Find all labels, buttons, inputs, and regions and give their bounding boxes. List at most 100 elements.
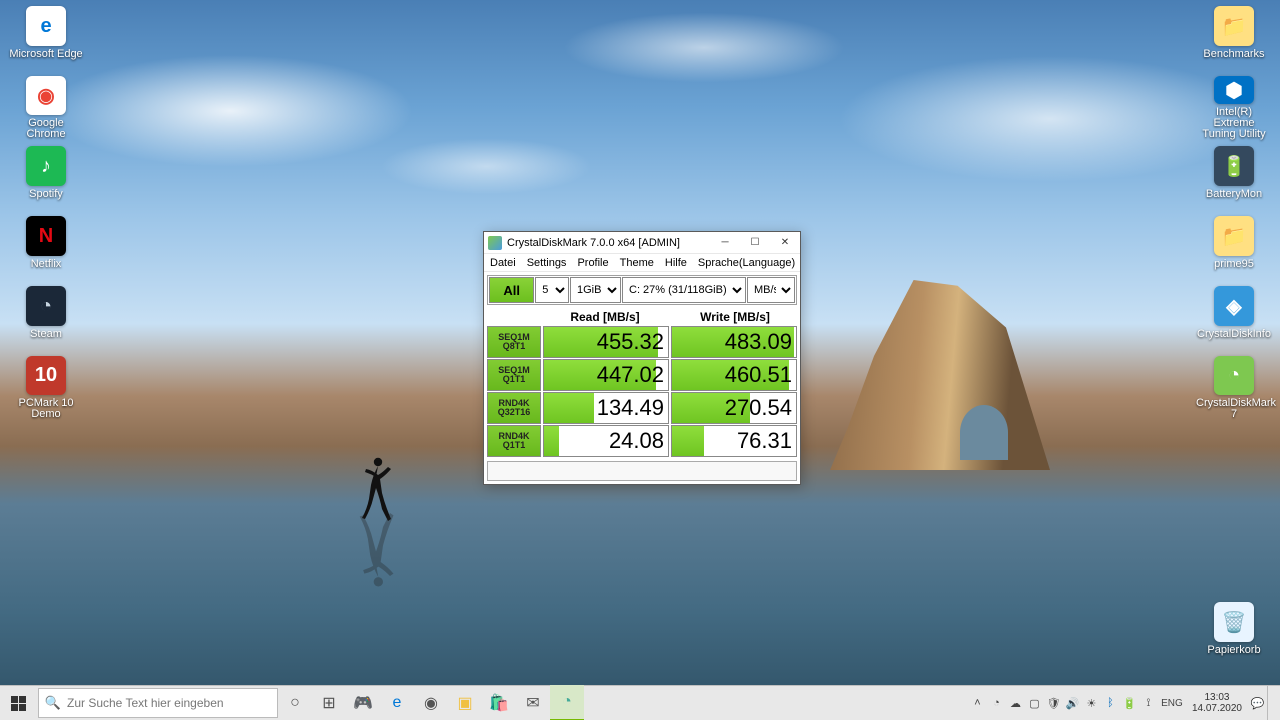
task-view-icon[interactable]: ⊞	[312, 686, 346, 720]
test-count-select[interactable]: 5	[535, 277, 569, 303]
desktop-icon-label: Spotify	[29, 189, 63, 200]
desktop-icon-label: CrystalDiskMark 7	[1196, 398, 1272, 420]
start-button[interactable]	[0, 686, 36, 720]
windows-logo-icon	[11, 696, 26, 711]
test-button[interactable]: RND4KQ1T1	[487, 425, 541, 457]
desktop-icon[interactable]: e Microsoft Edge	[8, 4, 84, 70]
desktop-icon[interactable]: N Netflix	[8, 214, 84, 280]
tray-date: 14.07.2020	[1192, 703, 1242, 714]
read-value: 447.02	[543, 359, 669, 391]
desktop-icon-label: CrystalDiskInfo	[1197, 329, 1271, 340]
maximize-button[interactable]: ☐	[740, 232, 770, 253]
menu-item[interactable]: Theme	[620, 257, 654, 269]
desktop-icon-label: Microsoft Edge	[9, 49, 82, 60]
desktop-icon[interactable]: ◈CrystalDiskInfo	[1196, 284, 1272, 350]
tray-touchpad-icon[interactable]: ▢	[1025, 686, 1044, 720]
test-size-select[interactable]: 1GiB	[570, 277, 621, 303]
menu-item[interactable]: Settings	[527, 257, 567, 269]
read-header: Read [MB/s]	[540, 310, 670, 324]
taskbar-edge-icon[interactable]: e	[380, 686, 414, 720]
taskbar-explorer-icon[interactable]: ▣	[448, 686, 482, 720]
tray-steam-icon[interactable]: ◔	[987, 686, 1006, 720]
controls-row: All 5 1GiB C: 27% (31/118GiB) MB/s	[487, 275, 797, 305]
tray-battery-icon[interactable]: 🔋	[1120, 686, 1139, 720]
app-icon: N	[26, 216, 66, 256]
status-bar	[487, 461, 797, 481]
taskbar-store-icon[interactable]: 🛍️	[482, 686, 516, 720]
tray-brightness-icon[interactable]: ☀	[1082, 686, 1101, 720]
write-value: 270.54	[671, 392, 797, 424]
menu-item[interactable]: Datei	[490, 257, 516, 269]
desktop-icon[interactable]: ◔Steam	[8, 284, 84, 350]
recycle-bin[interactable]: 🗑️ Papierkorb	[1196, 600, 1272, 666]
result-row: SEQ1MQ1T1447.02460.51	[487, 359, 797, 391]
result-row: SEQ1MQ8T1455.32483.09	[487, 326, 797, 358]
taskbar-mail-icon[interactable]: ✉	[516, 686, 550, 720]
write-header: Write [MB/s]	[670, 310, 800, 324]
write-value: 460.51	[671, 359, 797, 391]
desktop-icon-label: Steam	[30, 329, 62, 340]
desktop-icon[interactable]: 🔋BatteryMon	[1196, 144, 1272, 210]
desktop[interactable]: e Microsoft Edge ◉Google Chrome♪Spotify N Ne…	[0, 0, 1280, 720]
test-button[interactable]: SEQ1MQ1T1	[487, 359, 541, 391]
tray-bluetooth-icon[interactable]: ᛒ	[1101, 686, 1120, 720]
drive-select[interactable]: C: 27% (31/118GiB)	[622, 277, 746, 303]
desktop-icon-label: Netflix	[31, 259, 62, 270]
system-tray: ˄ ◔ ☁ ▢ 🛡 🔊 ☀ ᛒ 🔋 ⟟ ENG 13:03 14.07.2020…	[968, 686, 1280, 720]
tray-wifi-icon[interactable]: ⟟	[1139, 686, 1158, 720]
desktop-icon[interactable]: ◉Google Chrome	[8, 74, 84, 140]
app-icon: ◔	[1214, 356, 1254, 395]
desktop-icons-right: 📁Benchmarks⬢Intel(R) Extreme Tuning Util…	[1196, 4, 1272, 424]
desktop-icon[interactable]: ◔ CrystalDiskMark 7	[1196, 354, 1272, 420]
desktop-icon[interactable]: ⬢Intel(R) Extreme Tuning Utility	[1196, 74, 1272, 140]
show-desktop-button[interactable]	[1267, 686, 1274, 720]
app-icon: 🔋	[1214, 146, 1254, 186]
recycle-bin-icon: 🗑️	[1214, 602, 1254, 642]
desktop-icons-left: e Microsoft Edge ◉Google Chrome♪Spotify N Ne…	[8, 4, 84, 424]
app-icon: ◉	[26, 76, 66, 115]
result-rows: SEQ1MQ8T1455.32483.09SEQ1MQ1T1447.02460.…	[484, 326, 800, 461]
app-icon: e	[26, 6, 66, 46]
close-button[interactable]: ✕	[770, 232, 800, 253]
search-placeholder: Zur Suche Text hier eingeben	[67, 696, 224, 710]
titlebar[interactable]: CrystalDiskMark 7.0.0 x64 [ADMIN] ─ ☐ ✕	[484, 232, 800, 254]
cortana-icon[interactable]: ○	[278, 686, 312, 720]
test-button[interactable]: SEQ1MQ8T1	[487, 326, 541, 358]
run-all-button[interactable]: All	[489, 277, 534, 303]
write-value: 76.31	[671, 425, 797, 457]
desktop-icon-label: Intel(R) Extreme Tuning Utility	[1196, 107, 1272, 140]
tray-onedrive-icon[interactable]: ☁	[1006, 686, 1025, 720]
desktop-icon[interactable]: 📁Benchmarks	[1196, 4, 1272, 70]
tray-chevron-icon[interactable]: ˄	[968, 686, 987, 720]
wallpaper-arch	[960, 405, 1008, 460]
desktop-icon[interactable]: 10 PCMark 10 Demo	[8, 354, 84, 420]
result-row: RND4KQ32T16134.49270.54	[487, 392, 797, 424]
wallpaper-reflection	[355, 530, 397, 590]
desktop-icon[interactable]: ♪Spotify	[8, 144, 84, 210]
tray-clock[interactable]: 13:03 14.07.2020	[1186, 692, 1248, 714]
menu-item[interactable]: Hilfe	[665, 257, 687, 269]
taskbar-xbox-icon[interactable]: 🎮	[346, 686, 380, 720]
search-box[interactable]: 🔍 Zur Suche Text hier eingeben	[38, 688, 278, 718]
read-value: 455.32	[543, 326, 669, 358]
menu-item[interactable]: Profile	[577, 257, 608, 269]
app-icon	[488, 236, 502, 250]
read-value: 24.08	[543, 425, 669, 457]
tray-security-icon[interactable]: 🛡	[1044, 686, 1063, 720]
tray-volume-icon[interactable]: 🔊	[1063, 686, 1082, 720]
desktop-icon[interactable]: 📁prime95	[1196, 214, 1272, 280]
test-button[interactable]: RND4KQ32T16	[487, 392, 541, 424]
crystaldiskmark-window: CrystalDiskMark 7.0.0 x64 [ADMIN] ─ ☐ ✕ …	[483, 231, 801, 485]
desktop-icon-label: PCMark 10 Demo	[8, 398, 84, 420]
search-icon: 🔍	[39, 695, 67, 711]
minimize-button[interactable]: ─	[710, 232, 740, 253]
taskbar-crystaldiskmark-icon[interactable]: ◔	[550, 685, 584, 720]
taskbar-chrome-icon[interactable]: ◉	[414, 686, 448, 720]
menu-item[interactable]: Sprache(Language)	[698, 257, 795, 269]
column-headers: Read [MB/s] Write [MB/s]	[484, 308, 800, 326]
desktop-icon-label: prime95	[1214, 259, 1254, 270]
tray-notifications-icon[interactable]: 💬	[1248, 686, 1267, 720]
tray-language[interactable]: ENG	[1158, 686, 1186, 720]
app-icon: 10	[26, 356, 66, 395]
unit-select[interactable]: MB/s	[747, 277, 795, 303]
